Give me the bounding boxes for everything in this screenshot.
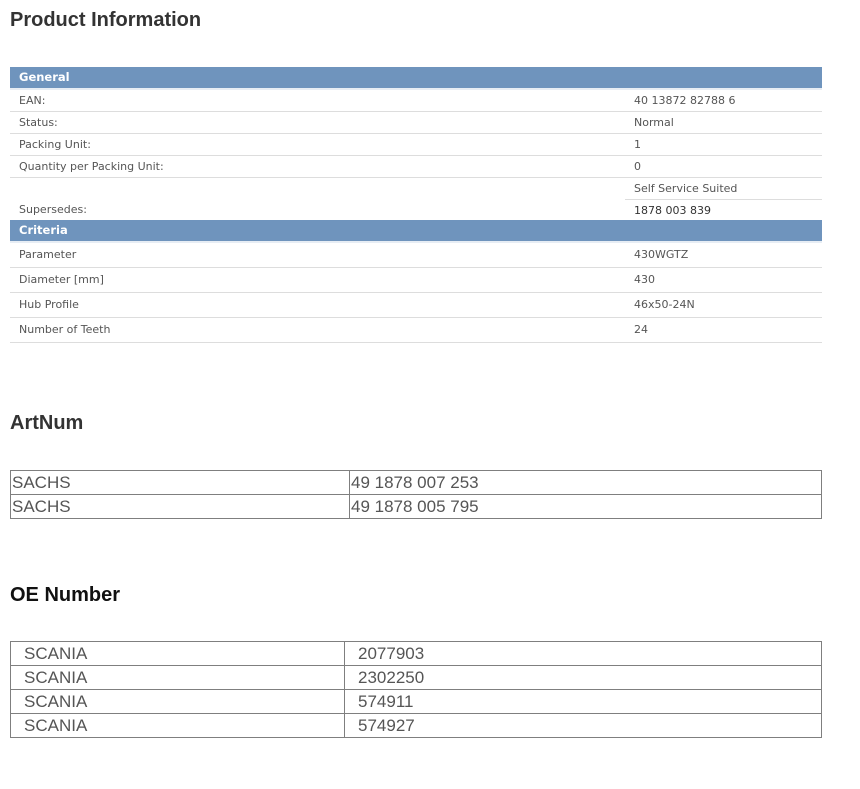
artnum-title: ArtNum [10, 412, 84, 434]
info-row-ean: EAN: 40 13872 82788 6 [10, 90, 822, 112]
criteria-row-number-of-teeth: Number of Teeth 24 [10, 318, 822, 343]
criteria-label: Diameter [mm] [19, 273, 104, 286]
info-row-supersedes: Supersedes: Self Service Suited 1878 003… [10, 178, 822, 220]
criteria-value: 46x50-24N [634, 298, 695, 311]
info-value: Normal [634, 116, 674, 129]
info-label: EAN: [19, 94, 46, 107]
info-label: Packing Unit: [19, 138, 91, 151]
oe-number-cell: 2302250 [344, 665, 822, 690]
section-header-general: General [10, 67, 822, 90]
info-value: 1 [634, 138, 641, 151]
self-service-suited-value: Self Service Suited [625, 178, 822, 200]
oe-number-cell: 574911 [344, 689, 822, 714]
criteria-section: Parameter 430WGTZ Diameter [mm] 430 Hub … [10, 243, 822, 343]
info-label: Supersedes: [19, 203, 87, 216]
artnum-number-cell: 49 1878 005 795 [349, 494, 822, 519]
info-label: Status: [19, 116, 58, 129]
criteria-value: 430 [634, 273, 655, 286]
info-row-status: Status: Normal [10, 112, 822, 134]
product-information-table: General EAN: 40 13872 82788 6 Status: No… [10, 67, 822, 343]
info-row-packing-unit: Packing Unit: 1 [10, 134, 822, 156]
oe-number-cell: 2077903 [344, 641, 822, 666]
artnum-number-cell: 49 1878 007 253 [349, 470, 822, 495]
info-value: 40 13872 82788 6 [634, 94, 736, 107]
oe-brand-cell: SCANIA [10, 713, 345, 738]
general-section: EAN: 40 13872 82788 6 Status: Normal Pac… [10, 90, 822, 220]
info-row-quantity-per-packing-unit: Quantity per Packing Unit: 0 [10, 156, 822, 178]
criteria-value: 24 [634, 323, 648, 336]
criteria-row-diameter: Diameter [mm] 430 [10, 268, 822, 293]
supersedes-value: 1878 003 839 [634, 204, 711, 217]
artnum-brand-cell: SACHS [10, 470, 350, 495]
oe-number-cell: 574927 [344, 713, 822, 738]
criteria-value: 430WGTZ [634, 248, 689, 261]
oe-brand-cell: SCANIA [10, 689, 345, 714]
info-label: Quantity per Packing Unit: [19, 160, 164, 173]
info-value: 0 [634, 160, 641, 173]
oe-number-table: SCANIA 2077903 SCANIA 2302250 SCANIA 574… [10, 641, 822, 738]
table-row: SCANIA 2302250 [10, 665, 822, 690]
info-value-group: Self Service Suited 1878 003 839 [625, 178, 822, 220]
section-header-criteria: Criteria [10, 220, 822, 243]
criteria-label: Number of Teeth [19, 323, 111, 336]
product-information-title: Product Information [10, 9, 202, 31]
artnum-brand-cell: SACHS [10, 494, 350, 519]
oe-brand-cell: SCANIA [10, 665, 345, 690]
table-row: SACHS 49 1878 005 795 [10, 494, 822, 519]
table-row: SCANIA 2077903 [10, 641, 822, 666]
table-row: SACHS 49 1878 007 253 [10, 470, 822, 495]
criteria-label: Parameter [19, 248, 77, 261]
criteria-row-hub-profile: Hub Profile 46x50-24N [10, 293, 822, 318]
artnum-table: SACHS 49 1878 007 253 SACHS 49 1878 005 … [10, 470, 822, 519]
table-row: SCANIA 574911 [10, 689, 822, 714]
criteria-row-parameter: Parameter 430WGTZ [10, 243, 822, 268]
oe-number-title: OE Number [10, 584, 121, 606]
table-row: SCANIA 574927 [10, 713, 822, 738]
criteria-label: Hub Profile [19, 298, 79, 311]
oe-brand-cell: SCANIA [10, 641, 345, 666]
